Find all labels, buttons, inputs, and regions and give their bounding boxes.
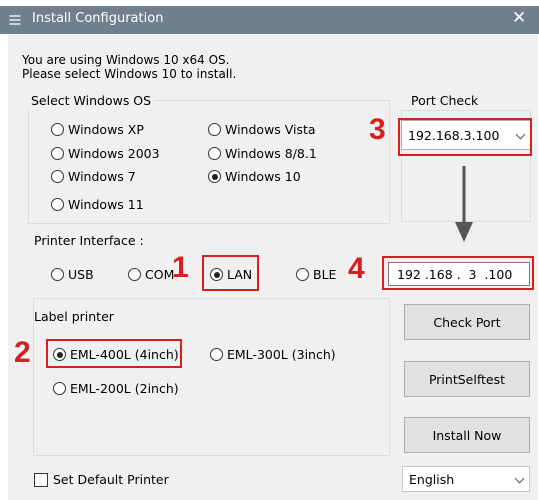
- print-selftest-button[interactable]: PrintSelftest: [404, 361, 530, 397]
- left-edge: [0, 34, 8, 500]
- radio-dot: [53, 382, 66, 395]
- arrow-down-icon: [455, 166, 473, 242]
- os-note-line-1: You are using Windows 10 x64 OS.: [22, 53, 230, 67]
- highlight-box-4: [382, 256, 534, 290]
- radio-eml-200l[interactable]: EML-200L (2inch): [53, 381, 179, 396]
- check-port-button[interactable]: Check Port: [404, 304, 530, 340]
- annotation-number-4: 4: [348, 252, 365, 285]
- install-now-button[interactable]: Install Now: [404, 417, 530, 453]
- radio-label: Windows XP: [68, 122, 144, 137]
- highlight-box-2: [46, 339, 182, 368]
- radio-label: EML-200L (2inch): [70, 381, 179, 396]
- radio-label: Windows 2003: [68, 146, 160, 161]
- radio-label: Windows 10: [225, 169, 301, 184]
- radio-windows-vista[interactable]: Windows Vista: [208, 122, 316, 137]
- os-note-line-2: Please select Windows 10 to install.: [22, 67, 237, 81]
- radio-label: Windows 8/8.1: [225, 146, 317, 161]
- language-select[interactable]: English: [402, 466, 530, 492]
- radio-windows-xp[interactable]: Windows XP: [51, 122, 144, 137]
- checkbox-box: [34, 472, 48, 487]
- radio-windows-11[interactable]: Windows 11: [51, 197, 144, 212]
- printer-interface-label: Printer Interface :: [34, 233, 144, 248]
- radio-dot: [208, 123, 221, 136]
- label-printer-legend: Label printer: [34, 309, 114, 324]
- radio-ble[interactable]: BLE: [296, 267, 336, 282]
- radio-windows-7[interactable]: Windows 7: [51, 169, 136, 184]
- radio-dot: [296, 268, 309, 281]
- radio-dot: [51, 170, 64, 183]
- radio-windows-10[interactable]: Windows 10: [208, 169, 301, 184]
- window-title: Install Configuration: [32, 11, 164, 26]
- language-value: English: [409, 471, 455, 487]
- radio-com[interactable]: COM: [128, 267, 174, 282]
- radio-windows-8[interactable]: Windows 8/8.1: [208, 146, 317, 161]
- annotation-number-3: 3: [369, 113, 386, 146]
- highlight-box-3: [398, 118, 532, 156]
- radio-dot: [51, 123, 64, 136]
- highlight-box-1: [202, 255, 259, 291]
- radio-dot: [210, 348, 223, 361]
- radio-label: EML-300L (3inch): [227, 347, 336, 362]
- radio-dot-selected: [208, 170, 221, 183]
- os-group-legend: Select Windows OS: [28, 93, 155, 108]
- port-check-legend: Port Check: [408, 93, 482, 108]
- radio-label: Windows 7: [68, 169, 136, 184]
- close-icon[interactable]: ✕: [512, 8, 526, 28]
- annotation-number-1: 1: [172, 251, 189, 284]
- app-icon: [9, 15, 21, 25]
- set-default-printer-checkbox[interactable]: Set Default Printer: [34, 472, 169, 487]
- checkbox-label: Set Default Printer: [53, 472, 169, 487]
- radio-dot: [51, 198, 64, 211]
- radio-dot: [51, 147, 64, 160]
- radio-dot: [128, 268, 141, 281]
- radio-label: BLE: [313, 267, 337, 282]
- annotation-number-2: 2: [14, 336, 31, 369]
- radio-usb[interactable]: USB: [51, 267, 94, 282]
- radio-label: Windows 11: [68, 197, 144, 212]
- radio-label: COM: [145, 267, 175, 282]
- radio-label: Windows Vista: [225, 122, 316, 137]
- title-bar: Install Configuration ✕: [0, 6, 539, 34]
- radio-dot: [51, 268, 64, 281]
- os-note: You are using Windows 10 x64 OS. Please …: [22, 53, 236, 81]
- radio-eml-300l[interactable]: EML-300L (3inch): [210, 347, 336, 362]
- radio-windows-2003[interactable]: Windows 2003: [51, 146, 160, 161]
- radio-label: USB: [68, 267, 94, 282]
- chevron-down-icon: [514, 473, 525, 484]
- radio-dot: [208, 147, 221, 160]
